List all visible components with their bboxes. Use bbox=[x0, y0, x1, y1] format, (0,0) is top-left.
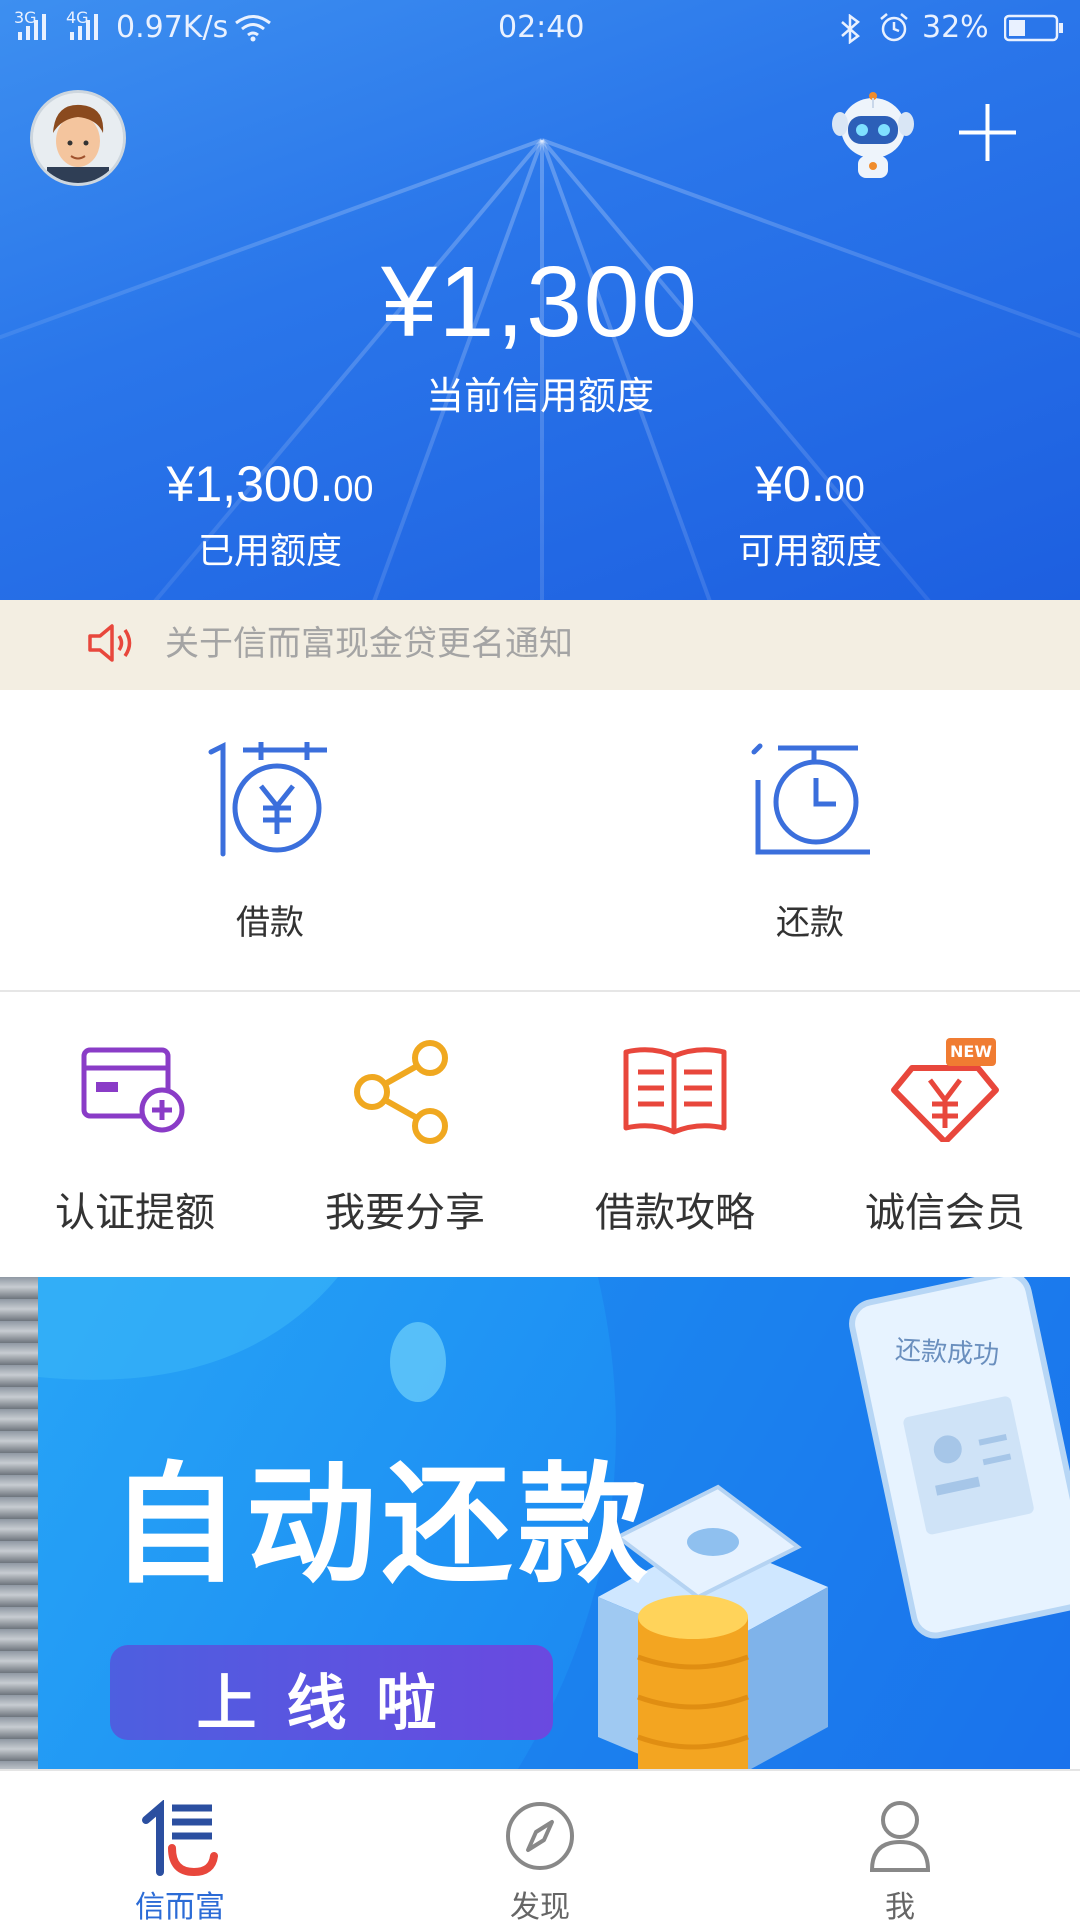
new-badge: NEW bbox=[946, 1038, 996, 1066]
clock: 02:40 bbox=[498, 10, 585, 45]
alarm-icon bbox=[880, 13, 908, 42]
tab-me[interactable]: 我 bbox=[800, 1790, 1000, 1925]
credit-amount: ¥1,300 bbox=[381, 246, 699, 358]
battery-percent: 32% bbox=[922, 10, 989, 45]
grid-label: 借款攻略 bbox=[595, 1190, 755, 1236]
grid-item-share[interactable]: 我要分享 bbox=[270, 1030, 540, 1240]
battery-icon bbox=[1004, 14, 1063, 42]
available-label: 可用额度 bbox=[737, 531, 882, 572]
section-divider bbox=[0, 990, 1080, 992]
user-avatar[interactable] bbox=[30, 90, 126, 186]
tab-discover-label: 发现 bbox=[510, 1890, 570, 1925]
available-amount-value: ¥0. bbox=[755, 456, 825, 512]
used-amount-value: ¥1,300. bbox=[166, 456, 334, 512]
banner-subtitle: 上线啦 bbox=[196, 1669, 467, 1739]
credit-label: 当前信用额度 bbox=[425, 374, 654, 418]
used-label: 已用额度 bbox=[197, 531, 342, 572]
repay-button[interactable]: 还款 bbox=[710, 730, 910, 950]
compass-icon bbox=[506, 1802, 574, 1870]
bluetooth-icon bbox=[841, 14, 860, 44]
grid-item-verify-credit[interactable]: 认证提额 bbox=[0, 1030, 270, 1240]
used-amount: ¥1,300.00 bbox=[60, 455, 480, 513]
available-amount-cents: 00 bbox=[824, 468, 865, 509]
grid-label: 我要分享 bbox=[325, 1190, 485, 1236]
robot-assistant-icon[interactable] bbox=[828, 88, 918, 183]
avatar-icon bbox=[33, 93, 123, 183]
book-icon bbox=[623, 1047, 727, 1135]
tab-home[interactable]: 信而富 bbox=[80, 1790, 280, 1925]
repay-icon bbox=[751, 743, 870, 855]
banner-title: 自动还款 bbox=[110, 1449, 655, 1601]
speaker-icon bbox=[88, 624, 132, 662]
grid-item-loan-guide[interactable]: 借款攻略 bbox=[540, 1030, 810, 1240]
grid-label: 诚信会员 bbox=[865, 1190, 1025, 1236]
repay-label: 还款 bbox=[776, 903, 844, 943]
card-add-icon bbox=[81, 1047, 185, 1133]
xin-logo-icon bbox=[142, 1800, 218, 1876]
grid-label: 认证提额 bbox=[55, 1190, 215, 1236]
person-icon bbox=[869, 1801, 931, 1872]
available-amount: ¥0.00 bbox=[600, 455, 1020, 513]
grid-item-member[interactable]: NEW 诚信会员 bbox=[810, 1030, 1080, 1240]
phone-text: 还款成功 bbox=[894, 1335, 999, 1370]
add-icon[interactable] bbox=[955, 100, 1020, 165]
network-speed: 0.97K/s bbox=[116, 10, 229, 45]
borrow-icon bbox=[208, 741, 327, 857]
share-icon bbox=[354, 1040, 448, 1144]
banner-prev-peek[interactable] bbox=[0, 1277, 38, 1769]
used-amount-cents: 00 bbox=[333, 468, 374, 509]
status-bar: 3G 4G 0.97K/s 02:40 32% bbox=[0, 0, 1080, 56]
signal-icon bbox=[18, 14, 46, 40]
signal-icon bbox=[70, 14, 98, 40]
borrow-label: 借款 bbox=[236, 903, 304, 943]
notice-text[interactable]: 关于信而富现金贷更名通知 bbox=[165, 616, 573, 665]
tab-home-label: 信而富 bbox=[135, 1890, 225, 1925]
wifi-icon bbox=[235, 15, 271, 42]
borrow-button[interactable]: 借款 bbox=[170, 730, 370, 950]
tab-discover[interactable]: 发现 bbox=[440, 1790, 640, 1925]
tab-me-label: 我 bbox=[885, 1890, 915, 1925]
